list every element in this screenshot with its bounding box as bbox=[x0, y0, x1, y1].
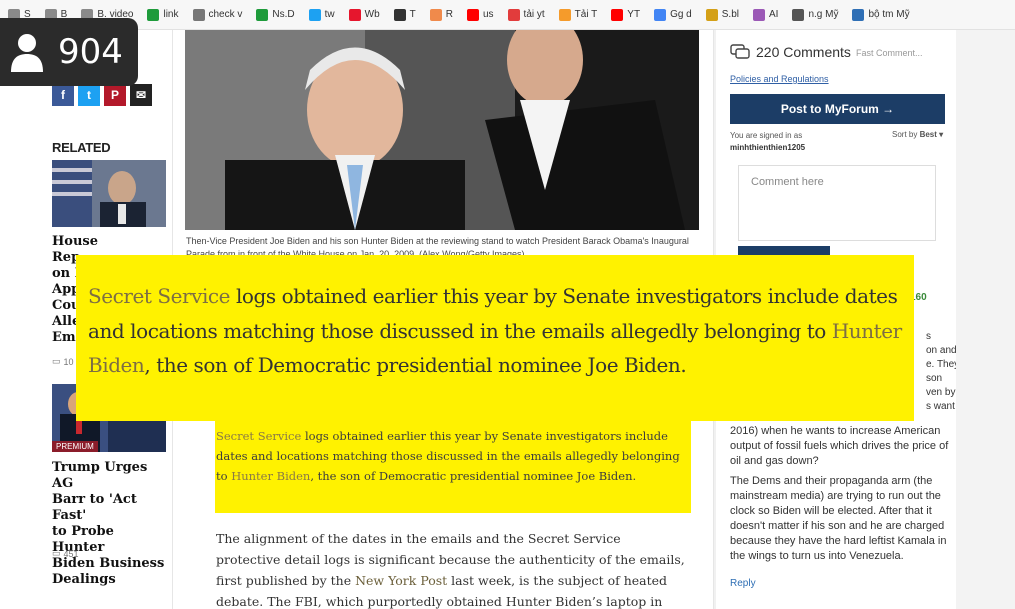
viewer-count-badge: 904 bbox=[0, 18, 138, 86]
youtube-icon bbox=[466, 8, 479, 21]
overlay-quote-text: Secret Service logs obtained earlier thi… bbox=[88, 284, 902, 377]
bookmark-item[interactable]: R bbox=[429, 8, 453, 21]
related-thumbnail[interactable] bbox=[52, 160, 166, 227]
bookmark-item[interactable]: AI bbox=[752, 8, 778, 21]
related-comment-count: ▭ 10 bbox=[52, 356, 74, 367]
facebook-share-button[interactable]: f bbox=[52, 84, 74, 106]
secret-service-link[interactable]: Secret Service bbox=[216, 429, 301, 443]
biden-photo-image bbox=[185, 30, 699, 230]
pull-quote: Secret Service logs obtained earlier thi… bbox=[215, 412, 691, 513]
email-share-button[interactable]: ✉ bbox=[130, 84, 152, 106]
bookmark-item[interactable]: check v bbox=[192, 8, 242, 21]
youtube-icon bbox=[611, 8, 624, 21]
bookmark-item[interactable]: S.bl bbox=[705, 8, 739, 21]
s-icon bbox=[705, 8, 718, 21]
reply-link[interactable]: Reply bbox=[730, 578, 756, 589]
bookmark-item[interactable]: T bbox=[393, 8, 416, 21]
policies-link[interactable]: Policies and Regulations bbox=[730, 74, 829, 84]
pull-quote-text: Secret Service logs obtained earlier thi… bbox=[216, 429, 680, 483]
bookmark-item[interactable]: us bbox=[466, 8, 494, 21]
plus-square-icon bbox=[256, 8, 269, 21]
t-icon bbox=[393, 8, 406, 21]
highlighted-quote-overlay: Secret Service logs obtained earlier thi… bbox=[76, 255, 914, 421]
premium-badge: PREMIUM bbox=[52, 441, 98, 452]
article-photo bbox=[185, 30, 699, 230]
bookmark-item[interactable]: link bbox=[147, 8, 179, 21]
hunter-biden-link[interactable]: Hunter Biden bbox=[231, 469, 310, 483]
comments-icon bbox=[730, 44, 750, 59]
globe-icon bbox=[192, 8, 205, 21]
bookmark-item[interactable]: Wb bbox=[348, 8, 380, 21]
new-york-post-link[interactable]: New York Post bbox=[355, 573, 447, 588]
spark-icon bbox=[752, 8, 765, 21]
twitter-icon bbox=[308, 8, 321, 21]
bookmark-item[interactable]: tải yt bbox=[507, 8, 545, 21]
comment-text: The Dems and their propaganda arm (the m… bbox=[730, 475, 947, 562]
page-margin bbox=[956, 30, 1015, 609]
signed-in-info: You are signed in as minhthienthien1205 bbox=[730, 131, 806, 152]
download-icon bbox=[507, 8, 520, 21]
post-to-myforum-button[interactable]: Post to MyForum → bbox=[730, 94, 945, 124]
person-icon bbox=[11, 34, 43, 72]
translate-icon bbox=[654, 8, 667, 21]
viewer-count: 904 bbox=[58, 32, 123, 72]
article-body: The alignment of the dates in the emails… bbox=[216, 531, 685, 609]
sort-dropdown[interactable]: Sort by Best ▾ bbox=[892, 130, 943, 139]
download-icon bbox=[558, 8, 571, 21]
comments-header: 220 Comments bbox=[730, 44, 851, 60]
comment-bubble-icon: ▭ bbox=[52, 548, 61, 558]
bookmark-item[interactable]: bộ tm Mỹ bbox=[852, 8, 910, 21]
related-heading: RELATED bbox=[52, 140, 111, 155]
flag-portrait-image bbox=[52, 160, 166, 227]
weibo-icon bbox=[348, 8, 361, 21]
related-item-title[interactable]: Trump Urges AG Barr to 'Act Fast' to Pro… bbox=[52, 460, 170, 588]
username: minhthienthien1205 bbox=[730, 143, 806, 152]
globe-icon bbox=[792, 8, 805, 21]
bookmark-item[interactable]: Tải T bbox=[558, 8, 597, 21]
related-comment-count: ▭ 451 bbox=[52, 548, 79, 559]
bookmark-item[interactable]: n.g Mỹ bbox=[792, 8, 838, 21]
bookmark-item[interactable]: Gg d bbox=[654, 8, 692, 21]
comments-subtitle: Fast Comment... bbox=[856, 48, 923, 58]
bookmarks-bar: S B B. video link check v Ns.D tw Wb T Rus tải yt T… bbox=[0, 0, 1015, 30]
comments-count: 220 Comments bbox=[756, 44, 851, 60]
r-icon bbox=[429, 8, 442, 21]
bookmark-item[interactable]: YT bbox=[611, 8, 640, 21]
plus-square-icon bbox=[147, 8, 160, 21]
comment-text: 2016) when he wants to increase American… bbox=[730, 425, 949, 467]
parler-share-button[interactable]: P bbox=[104, 84, 126, 106]
secret-service-link[interactable]: Secret Service bbox=[88, 284, 231, 308]
comment-bubble-icon: ▭ bbox=[52, 356, 61, 366]
bookmark-item[interactable]: Ns.D bbox=[256, 8, 295, 21]
globe-icon bbox=[852, 8, 865, 21]
bookmark-item[interactable]: tw bbox=[308, 8, 335, 21]
comment-input[interactable]: Comment here bbox=[738, 165, 936, 241]
twitter-share-button[interactable]: t bbox=[78, 84, 100, 106]
